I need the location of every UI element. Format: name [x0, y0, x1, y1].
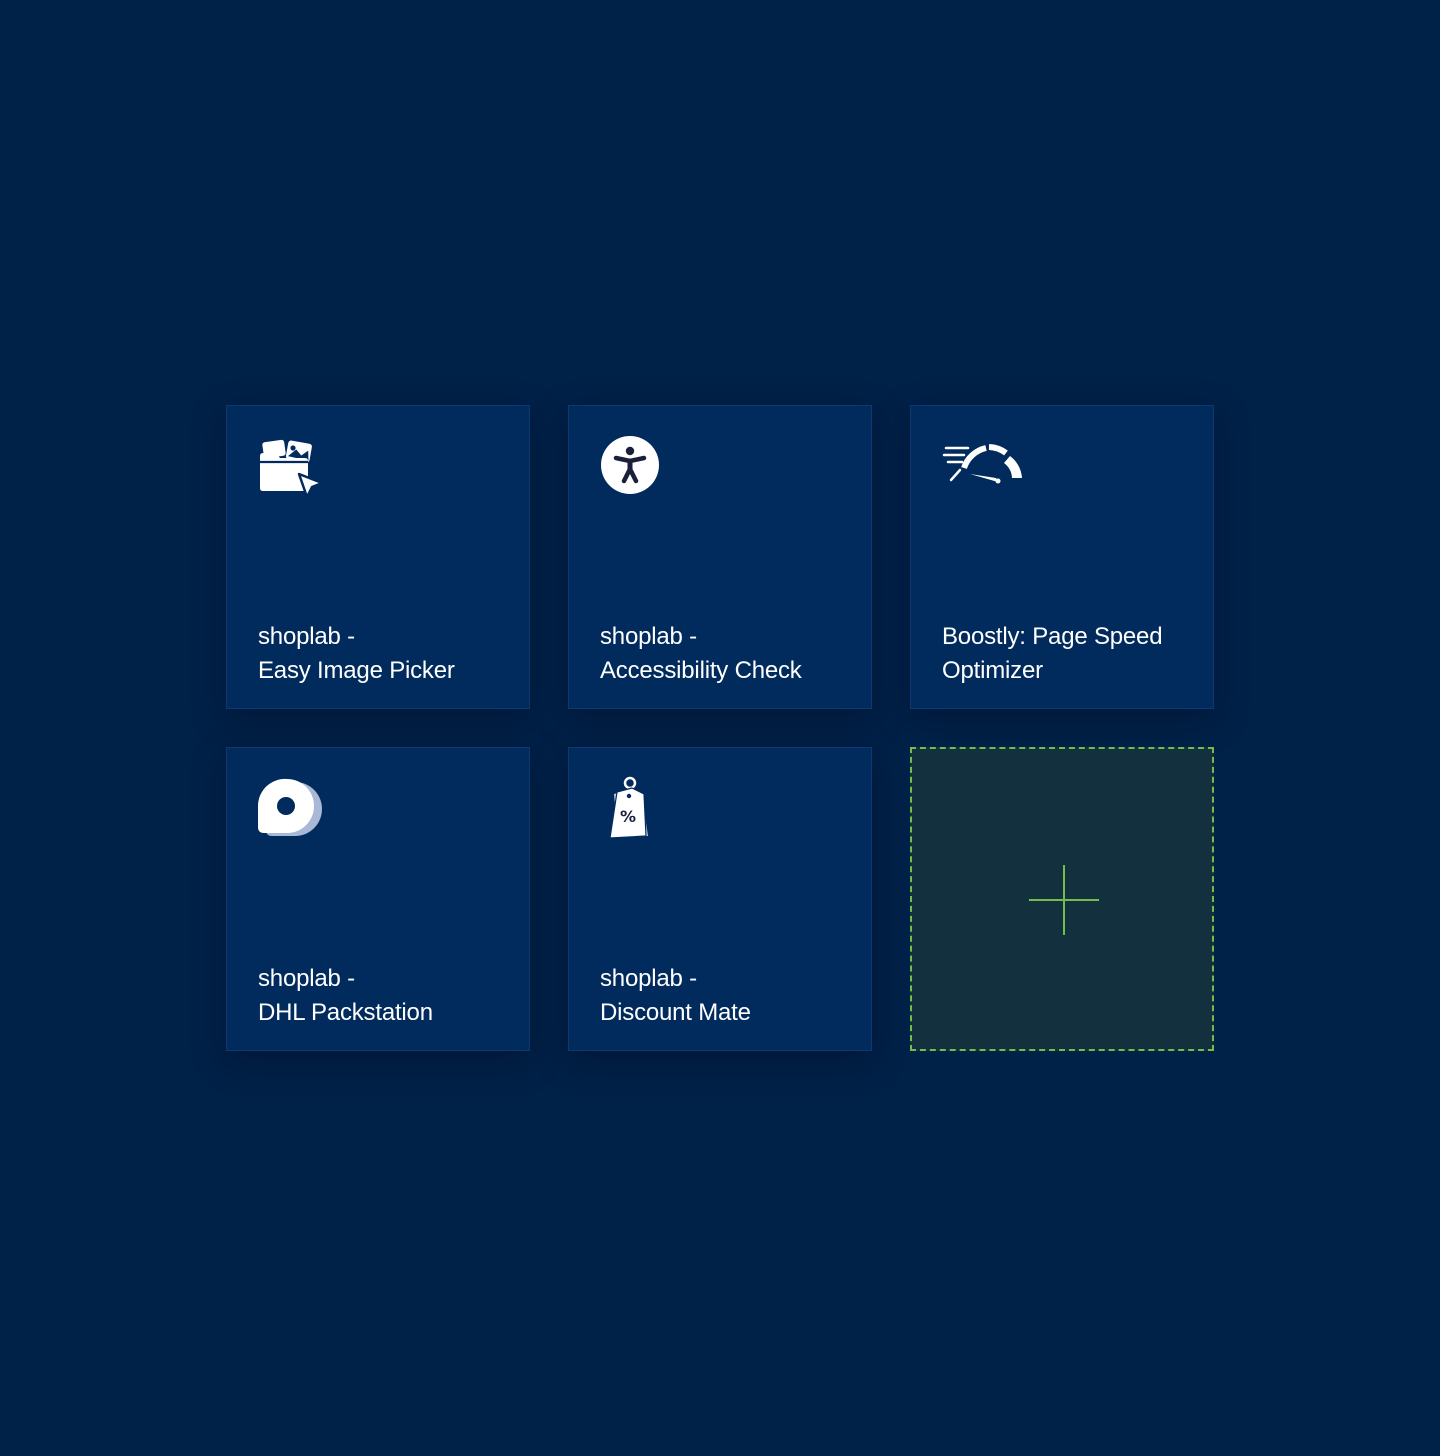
app-title-line1: shoplab -	[258, 623, 355, 650]
app-title: Boostly: Page Speed Optimizer	[942, 620, 1202, 688]
app-title-line2: DHL Packstation	[258, 999, 433, 1026]
image-picker-icon	[260, 439, 324, 499]
app-title-line1: Boostly: Page Speed	[942, 623, 1163, 650]
app-tile-easy-image-picker[interactable]: shoplab - Easy Image Picker	[226, 405, 530, 709]
app-title-line1: shoplab -	[600, 965, 697, 992]
app-title-line2: Discount Mate	[600, 999, 751, 1026]
plus-icon	[1029, 865, 1099, 935]
app-title-line1: shoplab -	[258, 965, 355, 992]
app-tile-discount-mate[interactable]: % shoplab - Discount Mate	[568, 747, 872, 1051]
app-title: shoplab - Accessibility Check	[600, 620, 860, 688]
app-title-line2: Optimizer	[942, 657, 1043, 684]
packstation-icon	[258, 778, 322, 836]
add-app-button[interactable]	[910, 747, 1214, 1051]
discount-tag-icon: %	[609, 776, 648, 839]
app-title: shoplab - DHL Packstation	[258, 962, 518, 1030]
app-title-line2: Accessibility Check	[600, 657, 802, 684]
app-title-line2: Easy Image Picker	[258, 657, 455, 684]
app-title: shoplab - Easy Image Picker	[258, 620, 518, 688]
app-tile-dhl-packstation[interactable]: shoplab - DHL Packstation	[226, 747, 530, 1051]
app-tile-accessibility-check[interactable]: shoplab - Accessibility Check	[568, 405, 872, 709]
svg-text:%: %	[620, 807, 636, 826]
app-title: shoplab - Discount Mate	[600, 962, 860, 1030]
app-title-line1: shoplab -	[600, 623, 697, 650]
app-grid: shoplab - Easy Image Picker shoplab - Ac…	[226, 405, 1214, 1051]
accessibility-icon	[601, 436, 659, 494]
app-tile-boostly-page-speed[interactable]: Boostly: Page Speed Optimizer	[910, 405, 1214, 709]
speedometer-icon	[942, 444, 1022, 484]
